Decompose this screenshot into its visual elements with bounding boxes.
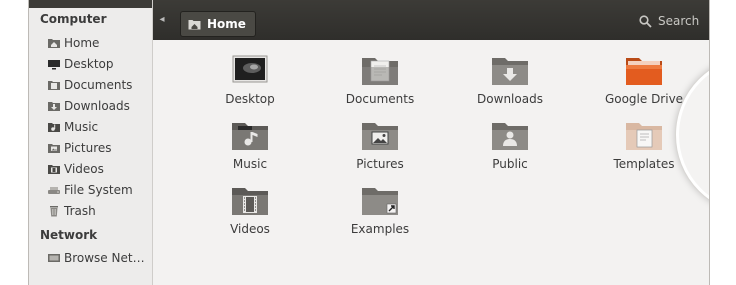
file-item-examples[interactable]: Examples (325, 183, 435, 236)
sidebar-topbar (29, 0, 152, 8)
file-item-downloads[interactable]: Downloads (455, 53, 565, 106)
file-label: Google Drive (604, 92, 684, 106)
music-icon (47, 121, 61, 133)
sidebar-item-desktop[interactable]: Desktop (47, 55, 114, 73)
sidebar: Computer Home Desktop Documents Download… (29, 0, 153, 285)
documents-icon (47, 79, 61, 91)
sidebar-item-trash[interactable]: Trash (47, 202, 96, 220)
public-folder-icon (490, 118, 530, 152)
file-label: Videos (230, 222, 270, 236)
trash-icon (47, 205, 61, 217)
file-item-public[interactable]: Public (455, 118, 565, 171)
desktop-folder-icon (230, 53, 270, 87)
file-item-pictures[interactable]: Pictures (325, 118, 435, 171)
search-button[interactable]: Search (639, 14, 699, 28)
sidebar-item-label: Documents (64, 78, 133, 92)
sidebar-item-browse-network[interactable]: Browse Net… (47, 249, 145, 267)
templates-folder-icon (624, 118, 664, 152)
sidebar-item-label: Desktop (64, 57, 114, 71)
sidebar-item-label: Videos (64, 162, 104, 176)
google-drive-folder-icon (624, 53, 664, 87)
file-manager-window: Computer Home Desktop Documents Download… (28, 0, 710, 285)
sidebar-section-network: Network (40, 228, 98, 242)
sidebar-item-label: Music (64, 120, 99, 134)
sidebar-item-label: Pictures (64, 141, 112, 155)
sidebar-item-documents[interactable]: Documents (47, 76, 132, 94)
downloads-icon (47, 100, 61, 112)
search-icon (639, 14, 652, 28)
desktop-icon (47, 58, 61, 70)
file-item-videos[interactable]: Videos (195, 183, 305, 236)
sidebar-item-file-system[interactable]: File System (47, 181, 133, 199)
music-folder-icon (230, 118, 270, 152)
sidebar-item-label: Browse Net… (64, 251, 145, 265)
file-item-google-drive[interactable]: Google Drive (589, 53, 699, 106)
downloads-folder-icon (490, 53, 530, 87)
pictures-folder-icon (360, 118, 400, 152)
sidebar-item-label: Downloads (64, 99, 130, 113)
file-label: Templates (613, 157, 675, 171)
file-label: Documents (345, 92, 415, 106)
file-label: Music (232, 157, 268, 171)
file-item-documents[interactable]: Documents (325, 53, 435, 106)
videos-icon (47, 163, 61, 175)
file-item-music[interactable]: Music (195, 118, 305, 171)
examples-folder-icon (360, 183, 400, 217)
back-arrow-icon[interactable]: ◂ (157, 12, 167, 26)
file-label: Pictures (356, 157, 404, 171)
search-label: Search (658, 14, 700, 28)
sidebar-item-downloads[interactable]: Downloads (47, 97, 130, 115)
toolbar: ◂ Home Search (153, 0, 709, 40)
file-label: Desktop (225, 92, 275, 106)
sidebar-section-computer: Computer (40, 12, 107, 26)
network-icon (47, 252, 61, 264)
breadcrumb-home-button[interactable]: Home (180, 11, 256, 37)
file-label: Downloads (477, 92, 543, 106)
sidebar-item-label: Home (64, 36, 100, 50)
sidebar-item-label: Trash (64, 204, 96, 218)
filesystem-icon (47, 184, 61, 196)
pictures-icon (47, 142, 61, 154)
file-item-desktop[interactable]: Desktop (195, 53, 305, 106)
file-item-templates[interactable]: Templates (589, 118, 699, 171)
file-label: Public (492, 157, 528, 171)
home-folder-icon (188, 19, 201, 30)
sidebar-item-pictures[interactable]: Pictures (47, 139, 112, 157)
breadcrumb-label: Home (207, 17, 246, 31)
documents-folder-icon (360, 53, 400, 87)
sidebar-item-videos[interactable]: Videos (47, 160, 104, 178)
file-label: Examples (350, 222, 410, 236)
sidebar-item-label: File System (64, 183, 133, 197)
videos-folder-icon (230, 183, 270, 217)
sidebar-item-music[interactable]: Music (47, 118, 98, 136)
file-view: Desktop Documents Downloads Google Drive (153, 40, 709, 285)
home-folder-icon (47, 37, 61, 49)
sidebar-item-home[interactable]: Home (47, 34, 99, 52)
